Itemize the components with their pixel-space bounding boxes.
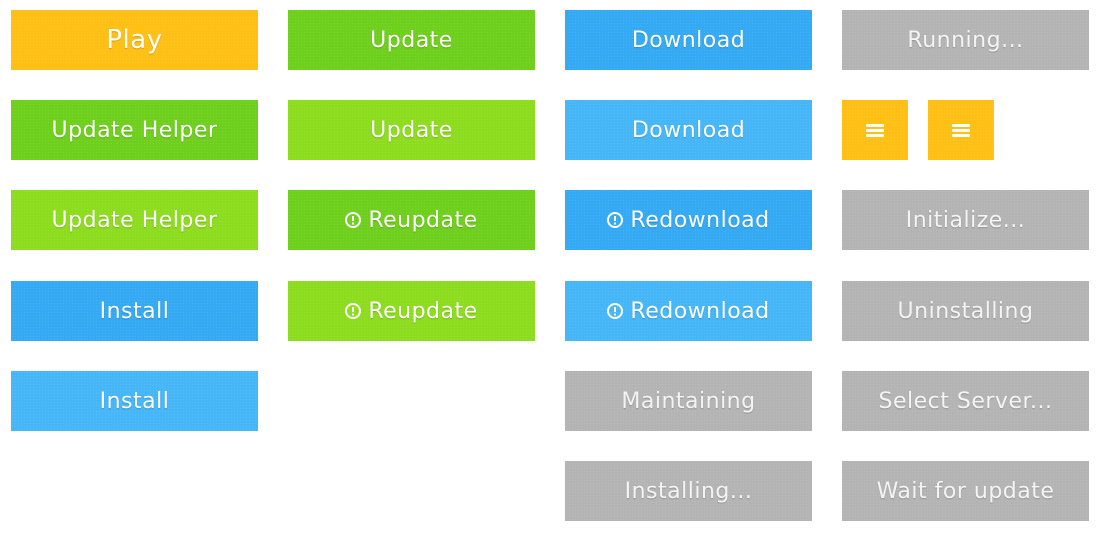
initialize-button-label: Initialize... bbox=[905, 207, 1026, 233]
hamburger-menu-icon bbox=[866, 123, 884, 137]
reupdate-button-hover-label: Reupdate bbox=[368, 298, 478, 324]
redownload-button-hover-label: Redownload bbox=[630, 298, 770, 324]
exclamation-circle-icon bbox=[607, 212, 624, 228]
select-server-button[interactable]: Select Server... bbox=[842, 371, 1089, 431]
download-button[interactable]: Download bbox=[565, 10, 812, 70]
maintaining-button: Maintaining bbox=[565, 371, 812, 431]
update-button-hover[interactable]: Update bbox=[288, 100, 535, 160]
play-button[interactable]: Play bbox=[11, 10, 258, 70]
install-button[interactable]: Install bbox=[11, 281, 258, 341]
uninstalling-button: Uninstalling bbox=[842, 281, 1089, 341]
install-button-label: Install bbox=[99, 298, 170, 324]
redownload-button-label: Redownload bbox=[630, 207, 770, 233]
installing-button: Installing... bbox=[565, 461, 812, 521]
menu-button-hover[interactable] bbox=[928, 100, 994, 160]
exclamation-circle-icon bbox=[345, 212, 362, 228]
reupdate-button[interactable]: Reupdate bbox=[288, 190, 535, 250]
installing-button-label: Installing... bbox=[624, 478, 753, 504]
install-button-hover-label: Install bbox=[99, 388, 170, 414]
update-button[interactable]: Update bbox=[288, 10, 535, 70]
download-button-hover[interactable]: Download bbox=[565, 100, 812, 160]
wait-for-update-button: Wait for update bbox=[842, 461, 1089, 521]
download-button-hover-label: Download bbox=[631, 117, 746, 143]
exclamation-circle-icon bbox=[607, 303, 624, 319]
initialize-button: Initialize... bbox=[842, 190, 1089, 250]
update-helper-button-label: Update Helper bbox=[51, 117, 218, 143]
update-helper-button-hover-label: Update Helper bbox=[51, 207, 218, 233]
running-button: Running... bbox=[842, 10, 1089, 70]
install-button-hover[interactable]: Install bbox=[11, 371, 258, 431]
redownload-button-hover[interactable]: Redownload bbox=[565, 281, 812, 341]
update-helper-button-hover[interactable]: Update Helper bbox=[11, 190, 258, 250]
hamburger-menu-icon bbox=[952, 123, 970, 137]
play-button-label: Play bbox=[106, 25, 163, 55]
menu-button[interactable] bbox=[842, 100, 908, 160]
update-button-label: Update bbox=[370, 27, 453, 53]
update-helper-button[interactable]: Update Helper bbox=[11, 100, 258, 160]
wait-for-update-button-label: Wait for update bbox=[876, 478, 1055, 504]
exclamation-circle-icon bbox=[345, 303, 362, 319]
download-button-label: Download bbox=[631, 27, 746, 53]
reupdate-button-hover[interactable]: Reupdate bbox=[288, 281, 535, 341]
update-button-hover-label: Update bbox=[370, 117, 453, 143]
maintaining-button-label: Maintaining bbox=[621, 388, 756, 414]
select-server-button-label: Select Server... bbox=[878, 388, 1053, 414]
running-button-label: Running... bbox=[907, 27, 1024, 53]
redownload-button[interactable]: Redownload bbox=[565, 190, 812, 250]
uninstalling-button-label: Uninstalling bbox=[897, 298, 1034, 324]
reupdate-button-label: Reupdate bbox=[368, 207, 478, 233]
